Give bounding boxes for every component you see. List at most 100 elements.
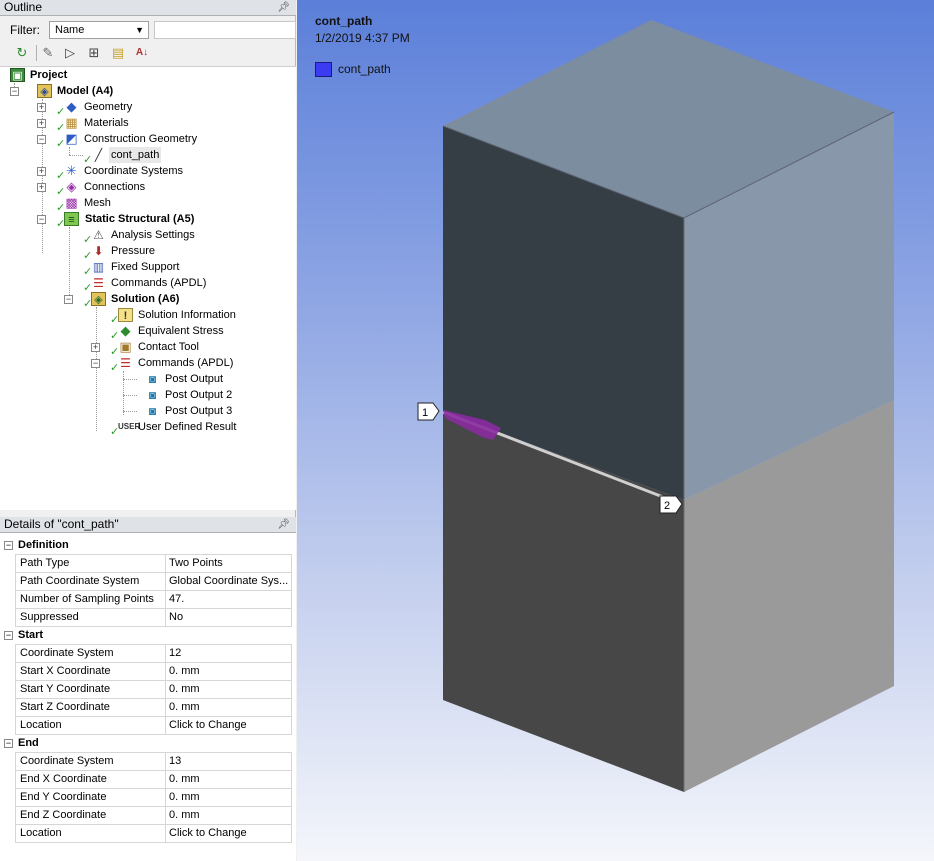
details-row[interactable]: Location Click to Change <box>4 717 292 735</box>
graphics-viewport[interactable]: 1 2 cont_path 1/2/2019 4:37 PM cont_path <box>297 0 934 861</box>
tree-item-label: Pressure <box>111 245 156 257</box>
tree-item-post-output-3[interactable]: ◙ Post Output 3 <box>0 403 296 419</box>
details-row[interactable]: Location Click to Change <box>4 825 292 843</box>
legend-swatch <box>315 62 332 77</box>
collapse-icon[interactable]: − <box>4 541 13 550</box>
details-row[interactable]: Path Coordinate System Global Coordinate… <box>4 573 292 591</box>
tree-item-equivalent-stress[interactable]: ◆ ✓ Equivalent Stress <box>0 323 296 343</box>
tree-item-label: cont_path <box>109 147 162 163</box>
collapse-icon[interactable]: − <box>10 87 19 96</box>
filter-input[interactable] <box>154 21 296 39</box>
refresh-icon[interactable]: ↻ <box>12 43 32 63</box>
expand-all-icon[interactable]: ⊞ <box>84 43 104 63</box>
property-value[interactable]: 0. mm <box>165 771 292 789</box>
property-value[interactable]: Click to Change <box>165 825 292 843</box>
tree-item-post-output-2[interactable]: ◙ Post Output 2 <box>0 387 296 403</box>
pin-icon[interactable]: 📌︎ <box>277 517 290 532</box>
tree-item-connections[interactable]: + ◈ ✓ Connections <box>0 179 296 198</box>
property-value[interactable]: 0. mm <box>165 699 292 717</box>
tree-item-geometry[interactable]: + ◆ ✓ Geometry <box>0 99 296 118</box>
property-value[interactable]: 13 <box>165 753 292 771</box>
edit-icon[interactable]: ✎ <box>38 43 58 63</box>
collapse-icon[interactable]: − <box>4 631 13 640</box>
details-row[interactable]: End X Coordinate 0. mm <box>4 771 292 789</box>
commands-icon: ☰ <box>93 276 104 290</box>
tree-item-contact-tool[interactable]: + ▣ ✓ Contact Tool <box>0 339 296 358</box>
expand-icon[interactable]: + <box>91 343 100 352</box>
tree-item-solution-information[interactable]: ! ✓ Solution Information <box>0 307 296 326</box>
tree-item-label: Post Output 3 <box>165 405 233 417</box>
tree-item-pressure[interactable]: ⬇︎ ✓ Pressure <box>0 243 296 262</box>
details-row[interactable]: Start X Coordinate 0. mm <box>4 663 292 681</box>
path-start-marker[interactable]: 1 <box>417 402 440 421</box>
group-start[interactable]: − Start <box>4 627 292 645</box>
tree-item-materials[interactable]: + ▦ ✓ Materials <box>0 115 296 134</box>
tree-item-model[interactable]: − ◈ Model (A4) <box>0 83 296 99</box>
tree-item-label: Construction Geometry <box>84 133 198 145</box>
user-defined-result-icon: USER <box>118 422 141 431</box>
expand-icon[interactable]: + <box>37 103 46 112</box>
camera-icon: ◙ <box>148 372 157 386</box>
details-row[interactable]: Start Z Coordinate 0. mm <box>4 699 292 717</box>
tree-item-label: Mesh <box>84 197 111 209</box>
collapse-icon[interactable]: − <box>91 359 100 368</box>
tree-item-solution[interactable]: − ◈ ✓ Solution (A6) <box>0 291 296 310</box>
details-row[interactable]: Coordinate System 13 <box>4 753 292 771</box>
analysis-settings-icon: ⚠︎ <box>93 228 104 242</box>
tree-item-label: Materials <box>84 117 129 129</box>
contact-tool-icon: ▣ <box>119 339 132 354</box>
property-value[interactable]: 12 <box>165 645 292 663</box>
property-value[interactable]: 0. mm <box>165 681 292 699</box>
property-value[interactable]: Two Points <box>165 555 292 573</box>
collapse-icon[interactable]: − <box>37 135 46 144</box>
folder-icon[interactable]: ▤ <box>108 43 128 63</box>
collapse-icon[interactable]: − <box>4 739 13 748</box>
details-row[interactable]: Path Type Two Points <box>4 555 292 573</box>
legend-label: cont_path <box>338 62 391 76</box>
property-value[interactable]: 0. mm <box>165 789 292 807</box>
details-row[interactable]: Number of Sampling Points 47. <box>4 591 292 609</box>
tree-item-analysis-settings[interactable]: ⚠︎ ✓ Analysis Settings <box>0 227 296 246</box>
expand-icon[interactable]: + <box>37 167 46 176</box>
tree-item-fixed-support[interactable]: ▥ ✓ Fixed Support <box>0 259 296 278</box>
tree-item-static-structural[interactable]: − ≡ ✓ Static Structural (A5) <box>0 211 296 230</box>
expand-icon[interactable]: + <box>37 119 46 128</box>
pin-icon[interactable]: 📌︎ <box>277 0 290 15</box>
tree-item-user-defined-result[interactable]: USER ✓ User Defined Result <box>0 419 296 438</box>
tree-item-coordinate-systems[interactable]: + ✳ ✓ Coordinate Systems <box>0 163 296 182</box>
tree-item-label: Post Output 2 <box>165 389 233 401</box>
model-icon: ◈ <box>37 84 52 98</box>
property-value[interactable]: 0. mm <box>165 807 292 825</box>
details-row[interactable]: Start Y Coordinate 0. mm <box>4 681 292 699</box>
sort-icon[interactable]: A↓ <box>132 43 152 63</box>
tree-item-mesh[interactable]: ▩ ✓ Mesh <box>0 195 296 215</box>
tree-item-commands-apdl[interactable]: ☰ ✓ Commands (APDL) <box>0 275 296 294</box>
tree-item-cont-path[interactable]: ╱ ✓ cont_path <box>0 147 296 166</box>
mesh-icon: ▩ <box>65 195 78 210</box>
property-value[interactable]: Global Coordinate Sys... <box>165 573 292 591</box>
tree-item-project[interactable]: ▣ Project <box>0 67 296 83</box>
group-end[interactable]: − End <box>4 735 292 753</box>
model-scene[interactable]: 1 2 <box>297 0 934 861</box>
filter-dropdown[interactable]: Name ▼ <box>49 21 149 39</box>
collapse-icon[interactable]: − <box>37 215 46 224</box>
tree-item-label: Project <box>30 69 68 81</box>
property-value[interactable]: Click to Change <box>165 717 292 735</box>
tree-item-commands-apdl-solution[interactable]: − ☰ ✓ Commands (APDL) <box>0 355 296 374</box>
tree-item-label: Fixed Support <box>111 261 180 273</box>
property-value[interactable]: No <box>165 609 292 627</box>
details-row[interactable]: End Z Coordinate 0. mm <box>4 807 292 825</box>
tree-item-post-output[interactable]: ◙ Post Output <box>0 371 296 387</box>
collapse-icon[interactable]: − <box>64 295 73 304</box>
details-row[interactable]: Coordinate System 12 <box>4 645 292 663</box>
details-row[interactable]: End Y Coordinate 0. mm <box>4 789 292 807</box>
property-value[interactable]: 47. <box>165 591 292 609</box>
details-row[interactable]: Suppressed No <box>4 609 292 627</box>
group-label: End <box>18 737 39 749</box>
property-value[interactable]: 0. mm <box>165 663 292 681</box>
filter-icon[interactable]: ▷ <box>60 43 80 63</box>
expand-icon[interactable]: + <box>37 183 46 192</box>
tree-item-construction-geometry[interactable]: − ◩ ✓ Construction Geometry <box>0 131 296 150</box>
property-name: Start Z Coordinate <box>15 699 165 717</box>
group-definition[interactable]: − Definition <box>4 537 292 555</box>
